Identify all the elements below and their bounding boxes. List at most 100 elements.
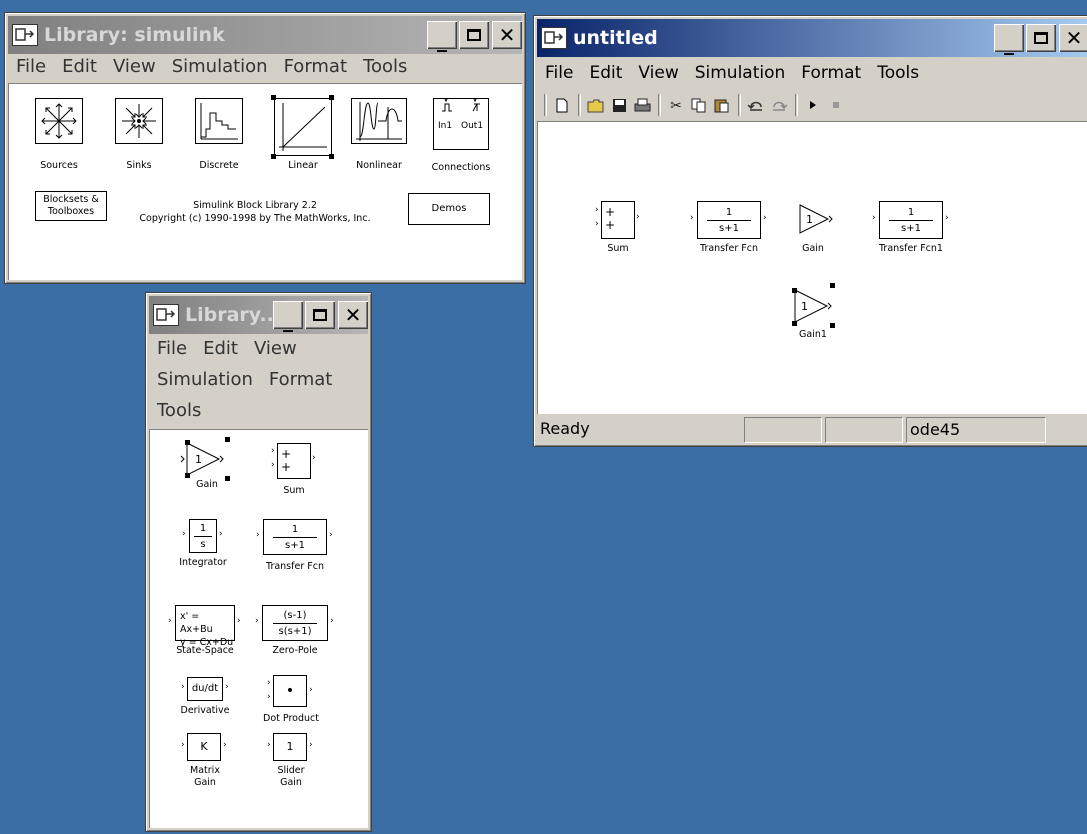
transfer-fcn1-box: 1 s+1 bbox=[879, 201, 943, 239]
sum-box: + + bbox=[277, 443, 311, 479]
integrator-box: 1s bbox=[189, 519, 217, 553]
menu-format[interactable]: Format bbox=[284, 51, 347, 82]
matrix-gain-label1: Matrix bbox=[190, 765, 220, 776]
status-field-2 bbox=[744, 417, 822, 443]
tf-num: 1 bbox=[291, 523, 299, 535]
state-space-label: State-Space bbox=[176, 645, 234, 656]
in-port-arrow: › bbox=[872, 213, 876, 223]
menu-tools[interactable]: Tools bbox=[157, 395, 201, 426]
model-window-untitled: untitled _ ✕ File Edit View Simulation F… bbox=[533, 15, 1087, 447]
connections-icon[interactable]: In1 Out1 bbox=[433, 96, 489, 150]
tf-den: s+1 bbox=[719, 222, 739, 234]
slider-gain-label: Slider Gain bbox=[269, 765, 313, 789]
window-title: Library: simulink bbox=[44, 24, 225, 46]
menu-tools[interactable]: Tools bbox=[877, 58, 919, 89]
linear-icon[interactable] bbox=[274, 98, 332, 156]
start-simulation-icon[interactable] bbox=[802, 94, 824, 116]
model-canvas: + + › › › Sum 1 s+1 › › Transfer Fcn 1 Ga… bbox=[537, 121, 1087, 414]
menu-tools[interactable]: Tools bbox=[363, 51, 407, 82]
connections-label: Connections bbox=[431, 162, 491, 173]
save-icon[interactable] bbox=[608, 94, 630, 116]
slider-gain-label2: Gain bbox=[280, 777, 302, 788]
sources-icon[interactable] bbox=[35, 98, 83, 144]
out-port-arrow: › bbox=[312, 453, 316, 463]
close-button[interactable]: ✕ bbox=[492, 21, 522, 49]
toolbar-separator bbox=[578, 94, 581, 116]
minimize-button[interactable]: _ bbox=[273, 301, 303, 330]
discrete-label: Discrete bbox=[199, 160, 239, 171]
tf-den: s+1 bbox=[285, 539, 305, 551]
menu-file[interactable]: File bbox=[157, 333, 187, 364]
matrix-gain-label2: Gain bbox=[194, 777, 216, 788]
toolbar-separator bbox=[795, 94, 798, 116]
transfer-fcn1-label: Transfer Fcn1 bbox=[879, 243, 943, 254]
menu-simulation[interactable]: Simulation bbox=[172, 51, 268, 82]
menu-edit[interactable]: Edit bbox=[62, 51, 97, 82]
paste-icon[interactable] bbox=[711, 94, 733, 116]
copy-icon[interactable] bbox=[688, 94, 710, 116]
menu-file[interactable]: File bbox=[16, 51, 46, 82]
menu-view[interactable]: View bbox=[638, 58, 678, 89]
derivative-box: du/dt bbox=[187, 677, 223, 701]
sinks-label: Sinks bbox=[126, 160, 152, 171]
connections-in-port: In1 bbox=[438, 121, 453, 131]
menu-edit[interactable]: Edit bbox=[203, 333, 238, 364]
in-port-arrow: › bbox=[168, 616, 172, 626]
model-titlebar[interactable]: untitled _ ✕ bbox=[537, 19, 1087, 57]
stop-simulation-icon[interactable] bbox=[825, 94, 847, 116]
library-simulink-titlebar[interactable]: Library: simulink _ ✕ bbox=[8, 16, 522, 54]
menu-file[interactable]: File bbox=[545, 58, 573, 89]
transfer-fcn-label: Transfer Fcn bbox=[700, 243, 758, 254]
library-menubar: File Edit View Simulation Format Tools bbox=[8, 51, 522, 82]
zero-pole-label: Zero-Pole bbox=[272, 645, 318, 656]
out-port-arrow: › bbox=[309, 740, 313, 750]
in-port-arrow: › bbox=[255, 616, 259, 626]
blocksets-toolboxes-button[interactable]: Blocksets & Toolboxes bbox=[35, 191, 107, 221]
menu-view[interactable]: View bbox=[254, 333, 297, 364]
maximize-button[interactable] bbox=[459, 21, 489, 49]
gain1-handle-tl bbox=[792, 288, 797, 293]
minimize-button[interactable]: _ bbox=[427, 21, 457, 50]
menu-format[interactable]: Format bbox=[269, 364, 332, 395]
simulink-app-icon bbox=[541, 27, 567, 49]
gain1-handle-br bbox=[830, 323, 835, 328]
toolbar-separator bbox=[658, 94, 661, 116]
demos-button[interactable]: Demos bbox=[408, 193, 490, 225]
menu-simulation[interactable]: Simulation bbox=[695, 58, 786, 89]
in-port-arrow: › bbox=[182, 529, 186, 539]
out-port-arrow: › bbox=[636, 212, 640, 222]
maximize-button[interactable] bbox=[305, 301, 335, 329]
menu-simulation[interactable]: Simulation bbox=[157, 364, 253, 395]
in-port-arrow: › bbox=[595, 219, 599, 229]
undo-icon[interactable] bbox=[745, 94, 767, 116]
discrete-icon[interactable] bbox=[195, 98, 243, 144]
window-title: Library... bbox=[185, 304, 273, 326]
gain-label: Gain bbox=[802, 243, 824, 254]
in-port-arrow: › bbox=[690, 213, 694, 223]
connections-out-port: Out1 bbox=[461, 121, 484, 131]
simulink-app-icon bbox=[12, 24, 38, 46]
in-port-arrow: › bbox=[271, 460, 275, 470]
menu-edit[interactable]: Edit bbox=[589, 58, 622, 89]
gain-handle-tl bbox=[185, 440, 190, 445]
menu-view[interactable]: View bbox=[113, 51, 156, 82]
nonlinear-icon[interactable] bbox=[351, 98, 407, 144]
toolbar-separator bbox=[738, 94, 741, 116]
minimize-icon: _ bbox=[1004, 31, 1014, 55]
gain1-label: Gain1 bbox=[799, 329, 827, 340]
sub-library-titlebar[interactable]: Library... _ ✕ bbox=[149, 296, 368, 334]
library-sub-window: Library... _ ✕ File Edit View Simulation… bbox=[145, 292, 372, 832]
redo-icon[interactable] bbox=[768, 94, 790, 116]
dot-product-label: Dot Product bbox=[263, 713, 319, 724]
close-button[interactable]: ✕ bbox=[1059, 24, 1087, 52]
close-button[interactable]: ✕ bbox=[338, 301, 368, 329]
print-icon[interactable] bbox=[631, 94, 653, 116]
cut-icon[interactable]: ✂ bbox=[665, 94, 687, 116]
open-folder-icon[interactable] bbox=[585, 94, 607, 116]
new-model-icon[interactable] bbox=[551, 94, 573, 116]
minimize-button[interactable]: _ bbox=[994, 24, 1024, 55]
maximize-button[interactable] bbox=[1026, 24, 1056, 52]
sinks-icon[interactable] bbox=[115, 98, 163, 144]
menu-format[interactable]: Format bbox=[801, 58, 861, 89]
integrator-den: s bbox=[200, 538, 206, 550]
